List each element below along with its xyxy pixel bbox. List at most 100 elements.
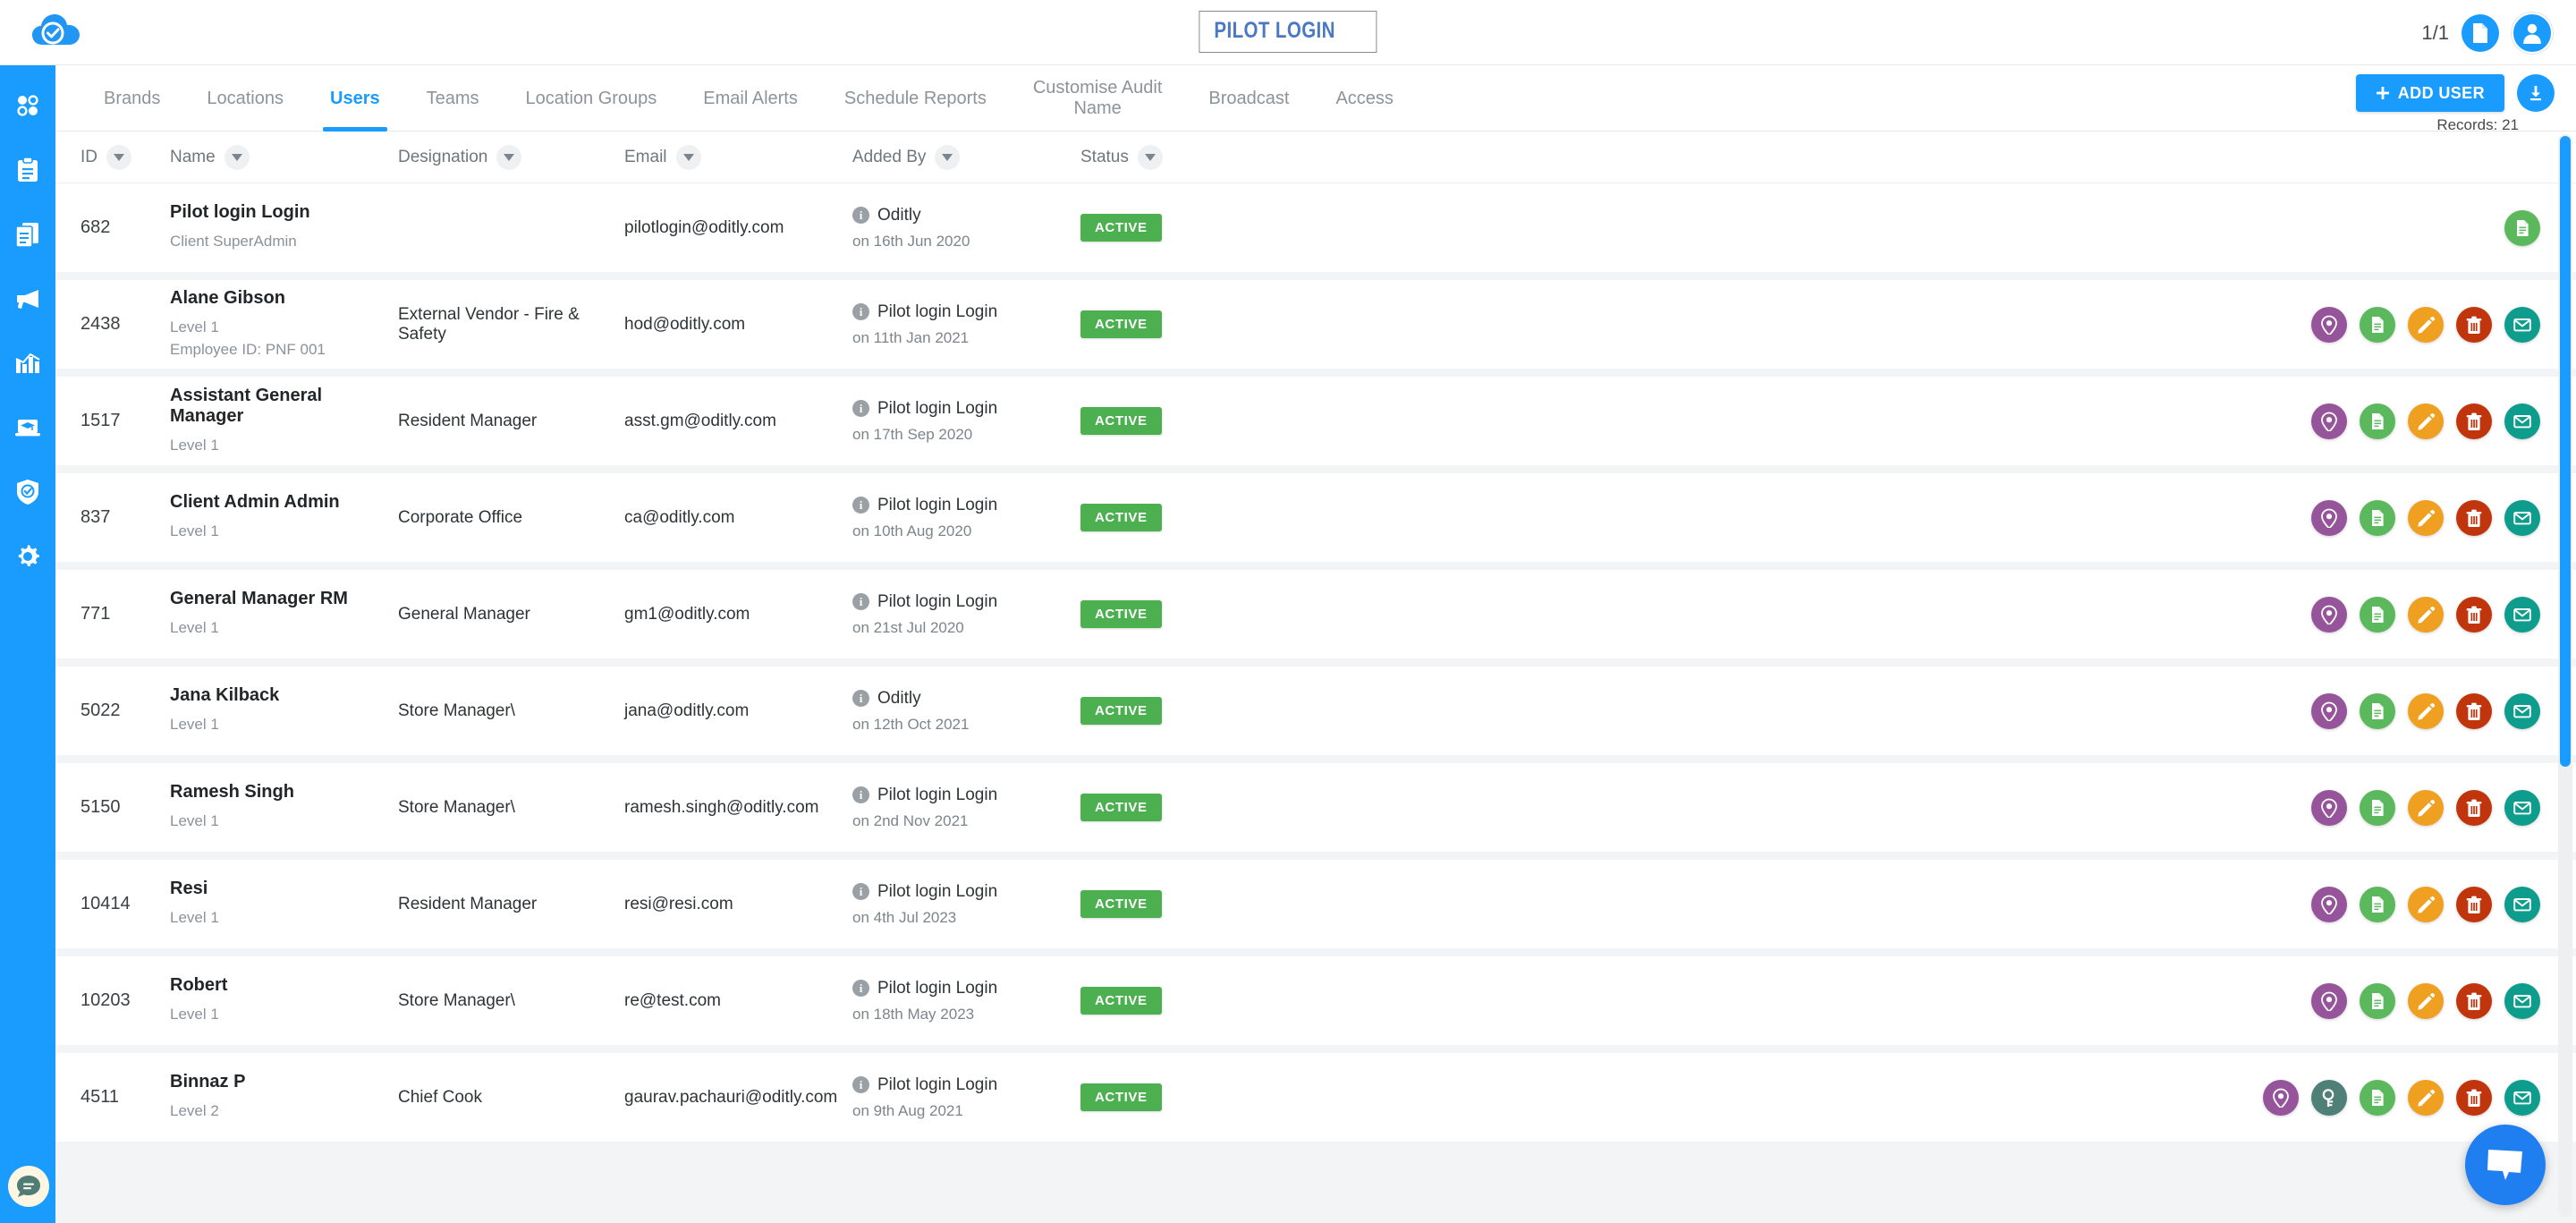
- table-row[interactable]: 1517 Assistant General Manager Level 1 Resi…: [55, 377, 2576, 465]
- avatar[interactable]: [2512, 12, 2553, 54]
- download-button[interactable]: [2517, 74, 2555, 112]
- sidebar-item-training[interactable]: [7, 407, 48, 448]
- table-row[interactable]: 10203 Robert Level 1 Store Manager\ re@test.…: [55, 956, 2576, 1045]
- app-logo[interactable]: [30, 9, 84, 54]
- info-icon[interactable]: i: [852, 883, 869, 900]
- edit-action-button[interactable]: [2408, 886, 2444, 922]
- info-icon[interactable]: i: [852, 207, 869, 224]
- delete-action-button[interactable]: [2456, 982, 2492, 1019]
- tab-users[interactable]: Users: [307, 65, 403, 132]
- delete-action-button[interactable]: [2456, 789, 2492, 826]
- document-icon-button[interactable]: [2462, 13, 2499, 52]
- delete-action-button[interactable]: [2456, 886, 2492, 922]
- email-action-button[interactable]: [2504, 596, 2540, 633]
- delete-action-button[interactable]: [2456, 692, 2492, 729]
- location-action-button[interactable]: [2263, 1079, 2299, 1116]
- info-icon[interactable]: i: [852, 980, 869, 997]
- chevron-down-icon[interactable]: [496, 144, 522, 170]
- table-row[interactable]: 5150 Ramesh Singh Level 1 Store Manager\ ram…: [55, 763, 2576, 852]
- email-action-button[interactable]: [2504, 982, 2540, 1019]
- info-icon[interactable]: i: [852, 786, 869, 803]
- edit-action-button[interactable]: [2408, 499, 2444, 536]
- tab-teams[interactable]: Teams: [403, 65, 503, 132]
- email-action-button[interactable]: [2504, 789, 2540, 826]
- key-action-button[interactable]: [2311, 1079, 2347, 1116]
- table-row[interactable]: 771 General Manager RM Level 1 General Mana…: [55, 570, 2576, 658]
- location-action-button[interactable]: [2311, 886, 2347, 922]
- location-action-button[interactable]: [2311, 692, 2347, 729]
- sidebar-item-analytics[interactable]: [7, 343, 48, 384]
- info-icon[interactable]: i: [852, 1076, 869, 1093]
- document-action-button[interactable]: [2504, 209, 2540, 246]
- document-action-button[interactable]: [2360, 1079, 2395, 1116]
- document-action-button[interactable]: [2360, 982, 2395, 1019]
- delete-action-button[interactable]: [2456, 306, 2492, 343]
- email-action-button[interactable]: [2504, 886, 2540, 922]
- location-action-button[interactable]: [2311, 499, 2347, 536]
- support-chat-button-left[interactable]: [8, 1166, 49, 1207]
- sidebar-item-compliance[interactable]: [7, 471, 48, 513]
- email-action-button[interactable]: [2504, 692, 2540, 729]
- delete-action-button[interactable]: [2456, 1079, 2492, 1116]
- document-action-button[interactable]: [2360, 596, 2395, 633]
- email-action-button[interactable]: [2504, 403, 2540, 439]
- tab-locations[interactable]: Locations: [183, 65, 307, 132]
- tab-customise-audit-name[interactable]: Customise Audit Name: [1010, 65, 1186, 132]
- tab-brands[interactable]: Brands: [80, 65, 183, 132]
- scrollbar-thumb[interactable]: [2560, 136, 2571, 767]
- document-action-button[interactable]: [2360, 886, 2395, 922]
- edit-action-button[interactable]: [2408, 306, 2444, 343]
- sidebar-item-dashboard[interactable]: [7, 85, 48, 126]
- table-row[interactable]: 682 Pilot login Login Client SuperAdmin pil…: [55, 183, 2576, 272]
- chevron-down-icon[interactable]: [675, 144, 701, 170]
- delete-action-button[interactable]: [2456, 499, 2492, 536]
- location-action-button[interactable]: [2311, 982, 2347, 1019]
- chevron-down-icon[interactable]: [224, 144, 250, 170]
- table-row[interactable]: 10414 Resi Level 1 Resident Manager resi@res…: [55, 860, 2576, 948]
- tab-access[interactable]: Access: [1312, 65, 1416, 132]
- sidebar-item-settings[interactable]: [7, 536, 48, 577]
- info-icon[interactable]: i: [852, 400, 869, 417]
- vertical-scrollbar[interactable]: [2558, 134, 2572, 1217]
- support-chat-button[interactable]: [2465, 1125, 2546, 1205]
- delete-action-button[interactable]: [2456, 596, 2492, 633]
- table-row[interactable]: 837 Client Admin Admin Level 1 Corporate Of…: [55, 473, 2576, 562]
- tab-schedule-reports[interactable]: Schedule Reports: [821, 65, 1010, 132]
- email-action-button[interactable]: [2504, 499, 2540, 536]
- edit-action-button[interactable]: [2408, 1079, 2444, 1116]
- email-action-button[interactable]: [2504, 1079, 2540, 1116]
- tab-location-groups[interactable]: Location Groups: [503, 65, 681, 132]
- tab-broadcast[interactable]: Broadcast: [1185, 65, 1312, 132]
- delete-action-button[interactable]: [2456, 403, 2492, 439]
- edit-action-button[interactable]: [2408, 596, 2444, 633]
- info-icon[interactable]: i: [852, 593, 869, 610]
- edit-action-button[interactable]: [2408, 692, 2444, 729]
- add-user-button[interactable]: ADD USER: [2355, 74, 2504, 112]
- document-action-button[interactable]: [2360, 306, 2395, 343]
- edit-action-button[interactable]: [2408, 982, 2444, 1019]
- edit-action-button[interactable]: [2408, 789, 2444, 826]
- document-action-button[interactable]: [2360, 499, 2395, 536]
- sidebar-item-audits[interactable]: [7, 149, 48, 191]
- chevron-down-icon[interactable]: [1137, 144, 1163, 170]
- sidebar-item-broadcast[interactable]: [7, 278, 48, 319]
- email-action-button[interactable]: [2504, 306, 2540, 343]
- location-action-button[interactable]: [2311, 789, 2347, 826]
- document-action-button[interactable]: [2360, 692, 2395, 729]
- chevron-down-icon[interactable]: [106, 144, 131, 170]
- location-action-button[interactable]: [2311, 403, 2347, 439]
- document-action-button[interactable]: [2360, 789, 2395, 826]
- edit-action-button[interactable]: [2408, 403, 2444, 439]
- location-action-button[interactable]: [2311, 596, 2347, 633]
- table-row[interactable]: 5022 Jana Kilback Level 1 Store Manager\ jan…: [55, 667, 2576, 755]
- location-action-button[interactable]: [2311, 306, 2347, 343]
- document-action-button[interactable]: [2360, 403, 2395, 439]
- chevron-down-icon[interactable]: [935, 144, 961, 170]
- info-icon[interactable]: i: [852, 497, 869, 514]
- table-row[interactable]: 4511 Binnaz P Level 2 Chief Cook gaurav.pach…: [55, 1053, 2576, 1142]
- table-row[interactable]: 2438 Alane Gibson Level 1 Employee ID: PNF …: [55, 280, 2576, 369]
- sidebar-item-reports[interactable]: [7, 214, 48, 255]
- tab-email-alerts[interactable]: Email Alerts: [680, 65, 821, 132]
- info-icon[interactable]: i: [852, 303, 869, 320]
- info-icon[interactable]: i: [852, 690, 869, 707]
